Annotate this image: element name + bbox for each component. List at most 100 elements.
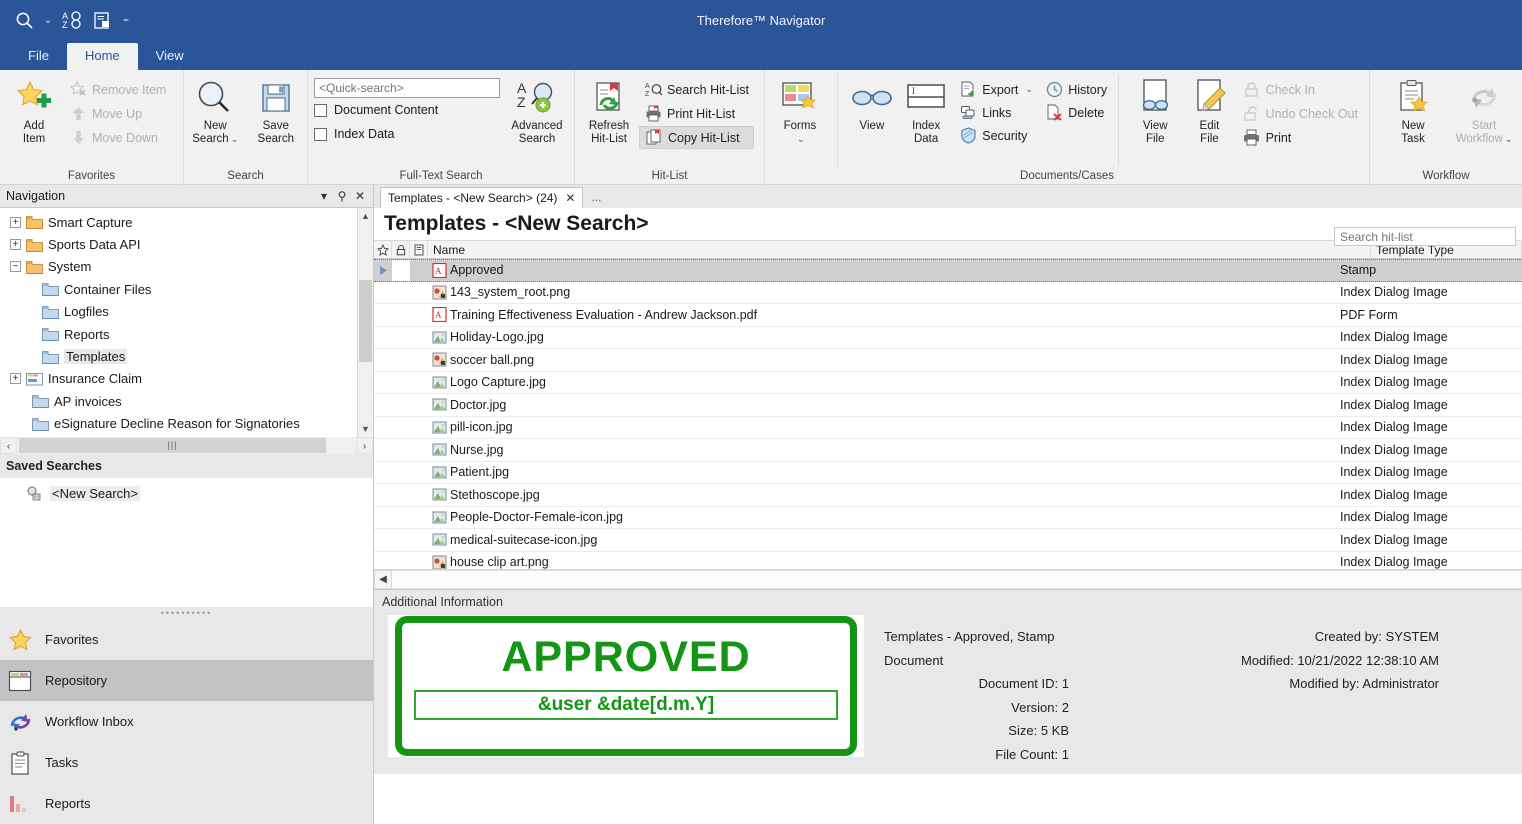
new-task-button[interactable]: NewTask [1386, 74, 1440, 146]
table-row[interactable]: pill-icon.jpg Index Dialog Image [374, 417, 1522, 440]
tree-node-ap-invoices[interactable]: AP invoices [0, 390, 357, 412]
report-icon[interactable] [90, 8, 114, 32]
column-header-lock[interactable] [392, 240, 410, 259]
tree-node-reports[interactable]: Reports [0, 323, 357, 345]
save-search-button[interactable]: SaveSearch [251, 74, 302, 146]
saved-search-item[interactable]: <New Search> [0, 482, 373, 504]
column-header-favorite[interactable] [374, 240, 392, 259]
tree-node-container-files[interactable]: Container Files [0, 278, 357, 300]
remove-item-button[interactable]: Remove Item [64, 78, 171, 101]
tree-node-logfiles[interactable]: Logfiles [0, 301, 357, 323]
table-row[interactable]: Nurse.jpg Index Dialog Image [374, 439, 1522, 462]
search-hitlist-input[interactable] [1334, 227, 1516, 246]
table-row[interactable]: house clip art.png Index Dialog Image [374, 552, 1522, 570]
module-favorites[interactable]: Favorites [0, 619, 373, 660]
tree-vertical-scrollbar[interactable]: ▲ ▼ [357, 208, 373, 437]
table-row[interactable]: People-Doctor-Female-icon.jpg Index Dial… [374, 507, 1522, 530]
table-row[interactable]: Holiday-Logo.jpg Index Dialog Image [374, 327, 1522, 350]
search-icon[interactable] [12, 8, 36, 32]
module-tasks[interactable]: Tasks [0, 742, 373, 783]
pin-icon[interactable]: ⚲ [333, 189, 351, 203]
tab-home[interactable]: Home [67, 43, 138, 70]
tree-node-templates[interactable]: Templates [0, 345, 357, 367]
check-in-button[interactable]: Check In [1238, 78, 1363, 101]
expander-minus-icon[interactable]: − [10, 261, 21, 272]
move-down-button[interactable]: Move Down [64, 126, 171, 149]
new-search-button[interactable]: NewSearch⌄ [190, 74, 241, 146]
table-row[interactable]: A Training Effectiveness Evaluation - An… [374, 304, 1522, 327]
security-button[interactable]: Security [954, 124, 1112, 147]
hscroll-track[interactable] [392, 570, 1522, 589]
table-row[interactable]: medical-suitecase-icon.jpg Index Dialog … [374, 529, 1522, 552]
chevron-down-icon[interactable]: ⌄ [1025, 84, 1033, 95]
sort-az-icon[interactable]: AZ [60, 8, 84, 32]
tree-node-smart-capture[interactable]: + Smart Capture [0, 211, 357, 233]
expander-plus-icon[interactable]: + [10, 373, 21, 384]
copy-hitlist-button[interactable]: Copy Hit-List [639, 126, 754, 149]
chevron-down-icon[interactable]: ⌄ [42, 15, 54, 26]
refresh-hitlist-button[interactable]: RefreshHit-List [581, 74, 637, 146]
chevron-down-icon[interactable]: ▾ [315, 189, 333, 203]
index-data-checkbox[interactable] [314, 128, 327, 141]
tab-view[interactable]: View [138, 43, 202, 70]
print-hitlist-button[interactable]: Print Hit-List [639, 102, 754, 125]
doc-tab-overflow[interactable]: ... [583, 187, 609, 208]
forms-button[interactable]: Forms⌄ [771, 74, 829, 146]
scroll-right-arrow[interactable]: › [356, 437, 373, 454]
move-up-button[interactable]: Move Up [64, 102, 171, 125]
table-row[interactable]: Patient.jpg Index Dialog Image [374, 462, 1522, 485]
view-file-button[interactable]: ViewFile [1129, 74, 1181, 146]
expander-plus-icon[interactable]: + [10, 217, 21, 228]
search-hitlist-button[interactable]: AZ Search Hit-List [639, 78, 754, 101]
table-row[interactable]: Doctor.jpg Index Dialog Image [374, 394, 1522, 417]
module-repository[interactable]: Repository [0, 660, 373, 701]
doc-tab-templates[interactable]: Templates - <New Search> (24) ✕ [380, 187, 583, 208]
hit-list-horizontal-scrollbar[interactable]: ◀ [374, 569, 1522, 589]
tree-node-sports-data-api[interactable]: + Sports Data API [0, 233, 357, 255]
module-workflow-inbox[interactable]: Workflow Inbox [0, 701, 373, 742]
document-content-checkbox[interactable] [314, 104, 327, 117]
links-button[interactable]: Links [954, 101, 1040, 124]
undo-check-out-button[interactable]: Undo Check Out [1238, 102, 1363, 125]
group-label-fulltext: Full-Text Search [314, 169, 568, 185]
column-header-note[interactable] [410, 240, 428, 259]
scroll-left-arrow[interactable]: ◀ [374, 570, 392, 589]
column-header-name[interactable]: Name [428, 240, 1371, 259]
expander-plus-icon[interactable]: + [10, 239, 21, 250]
scroll-down-arrow[interactable]: ▼ [358, 421, 373, 437]
table-row[interactable]: soccer ball.png Index Dialog Image [374, 349, 1522, 372]
module-reports[interactable]: Reports [0, 783, 373, 824]
hscroll-thumb[interactable]: ||| [19, 438, 326, 453]
scroll-up-arrow[interactable]: ▲ [358, 208, 373, 224]
document-preview[interactable]: APPROVED &user &date[d.m.Y] [388, 615, 864, 757]
add-item-button[interactable]: AddItem [6, 74, 62, 146]
document-content-checkbox-row[interactable]: Document Content [314, 98, 500, 122]
table-row[interactable]: A Approved Stamp [374, 259, 1522, 282]
tree-node-system[interactable]: − System [0, 256, 357, 278]
export-button[interactable]: Export ⌄ [954, 78, 1040, 101]
customize-qat-icon[interactable]: ⌁ [120, 15, 132, 26]
tree-horizontal-scrollbar[interactable]: ‹ ||| › [0, 437, 373, 454]
panel-splitter[interactable]: •••••••••• [0, 607, 373, 619]
edit-file-button[interactable]: EditFile [1183, 74, 1235, 146]
print-button[interactable]: Print [1238, 126, 1363, 149]
advanced-search-button[interactable]: AZ AdvancedSearch [506, 74, 568, 146]
table-row[interactable]: Stethoscope.jpg Index Dialog Image [374, 484, 1522, 507]
close-icon[interactable]: ✕ [565, 191, 575, 205]
scroll-left-arrow[interactable]: ‹ [0, 437, 17, 454]
quick-search-input[interactable] [314, 78, 500, 98]
delete-button[interactable]: Delete [1040, 101, 1109, 124]
tree-node-esignature-decline[interactable]: eSignature Decline Reason for Signatorie… [0, 413, 357, 435]
tab-file[interactable]: File [10, 43, 67, 70]
index-data-checkbox-row[interactable]: Index Data [314, 122, 500, 146]
history-button[interactable]: History [1040, 78, 1112, 101]
scrollbar-thumb[interactable] [359, 280, 372, 362]
view-button[interactable]: View [846, 74, 898, 133]
table-row[interactable]: 143_system_root.png Index Dialog Image [374, 282, 1522, 305]
close-icon[interactable]: ✕ [351, 189, 369, 203]
tree-node-insurance-claim[interactable]: + Insurance Claim [0, 368, 357, 390]
hscroll-track[interactable]: ||| [17, 437, 356, 454]
table-row[interactable]: Logo Capture.jpg Index Dialog Image [374, 372, 1522, 395]
start-workflow-button[interactable]: StartWorkflow⌄ [1452, 74, 1516, 146]
index-data-button[interactable]: I IndexData [900, 74, 952, 146]
